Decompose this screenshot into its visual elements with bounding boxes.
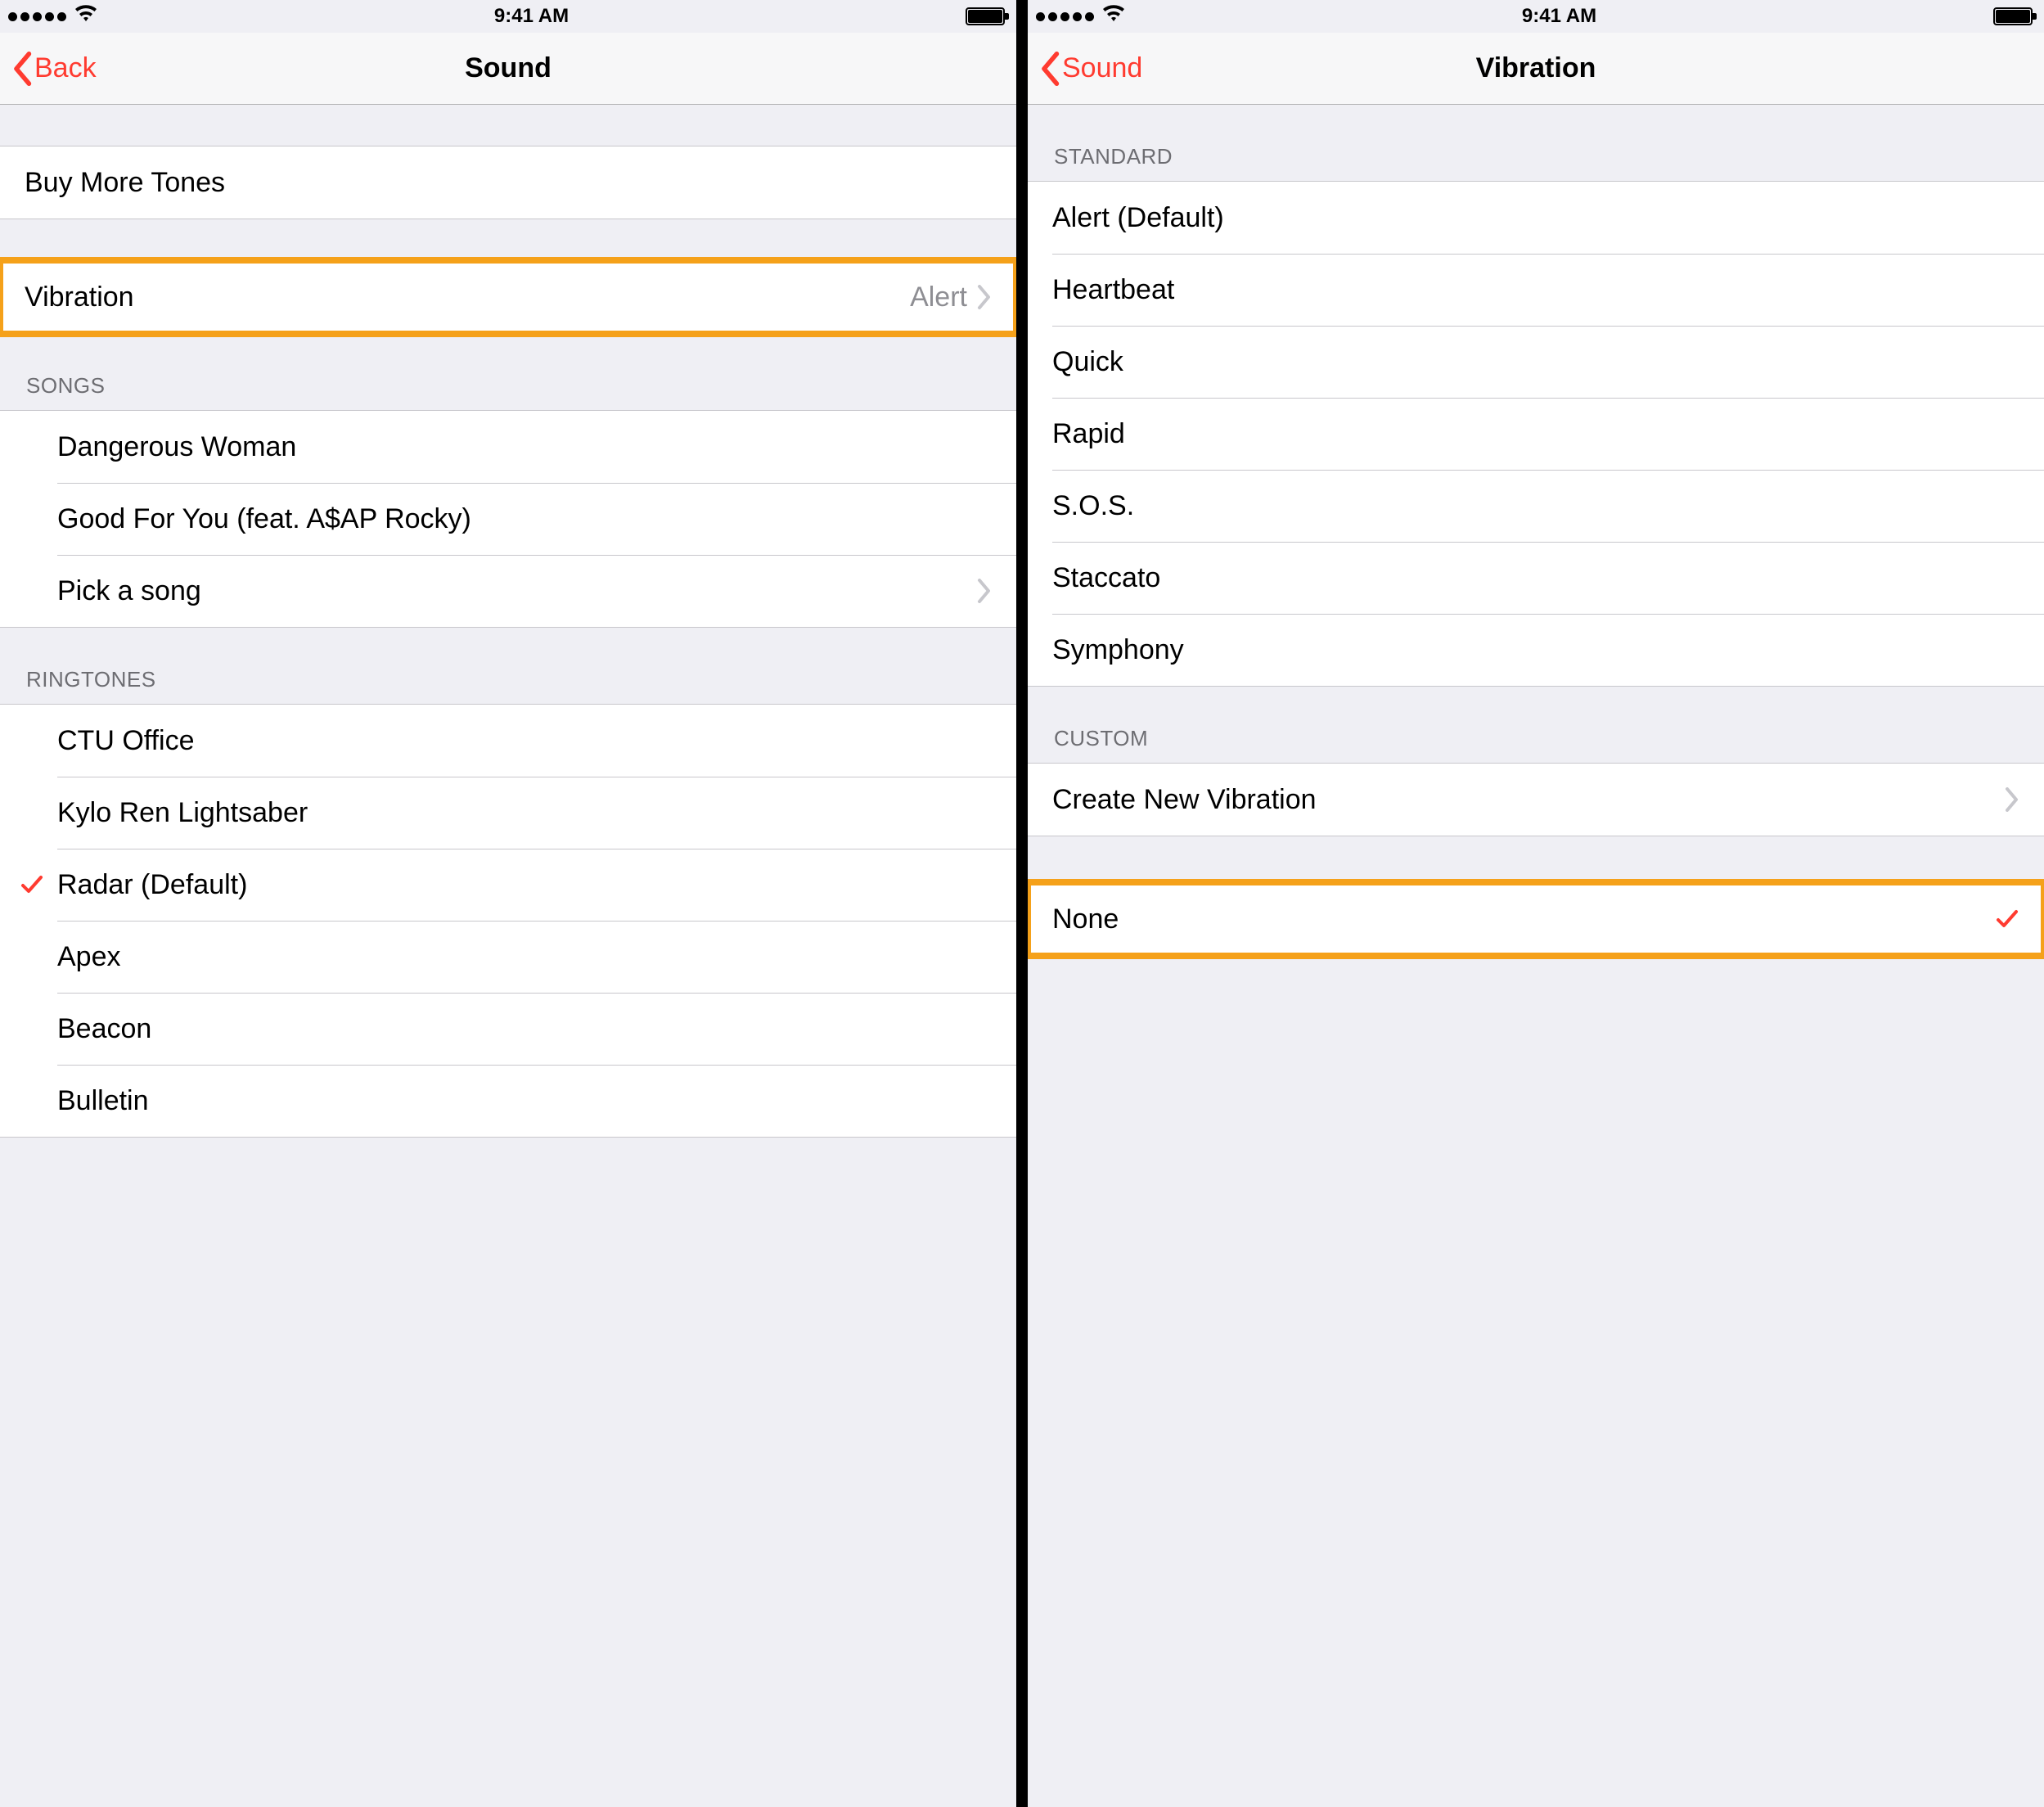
wifi-icon — [74, 5, 97, 29]
section-header-songs: SONGS — [0, 334, 1016, 410]
pick-song-cell[interactable]: Pick a song — [0, 555, 1016, 627]
status-time: 9:41 AM — [494, 5, 569, 28]
song-cell[interactable]: Dangerous Woman — [0, 411, 1016, 483]
back-label: Sound — [1062, 52, 1142, 84]
checkmark-icon — [1995, 907, 2019, 931]
cell-label: Buy More Tones — [25, 167, 992, 199]
cell-label: S.O.S. — [1052, 490, 2019, 522]
nav-bar: Back Sound — [0, 33, 1016, 105]
vibration-option-cell[interactable]: Rapid — [1028, 398, 2044, 470]
section-header-custom: CUSTOM — [1028, 687, 2044, 763]
battery-icon — [966, 7, 1005, 25]
ringtone-cell[interactable]: Beacon — [0, 993, 1016, 1065]
cell-label: Dangerous Woman — [57, 431, 992, 463]
status-time: 9:41 AM — [1522, 5, 1596, 28]
cell-label: Pick a song — [57, 575, 977, 607]
back-button[interactable]: Sound — [1033, 33, 1149, 104]
song-cell[interactable]: Good For You (feat. A$AP Rocky) — [0, 483, 1016, 555]
vibration-cell[interactable]: Vibration Alert — [0, 261, 1016, 333]
cell-label: Staccato — [1052, 562, 2019, 594]
cell-label: Vibration — [25, 282, 910, 313]
cell-label: None — [1052, 904, 1995, 935]
battery-icon — [1993, 7, 2033, 25]
status-bar: 9:41 AM — [1028, 0, 2044, 33]
cell-detail: Alert — [910, 282, 967, 313]
chevron-right-icon — [2005, 787, 2019, 812]
cell-label: CTU Office — [57, 725, 992, 757]
cell-label: Alert (Default) — [1052, 202, 2019, 234]
vibration-option-cell[interactable]: S.O.S. — [1028, 470, 2044, 542]
nav-bar: Sound Vibration — [1028, 33, 2044, 105]
section-header-ringtones: RINGTONES — [0, 628, 1016, 704]
ringtone-cell[interactable]: Apex — [0, 921, 1016, 993]
vibration-option-cell[interactable]: Staccato — [1028, 542, 2044, 614]
chevron-left-icon — [1039, 52, 1060, 86]
status-bar: 9:41 AM — [0, 0, 1016, 33]
cell-label: Kylo Ren Lightsaber — [57, 797, 992, 829]
nav-title: Sound — [465, 52, 552, 84]
ringtone-cell-selected[interactable]: Radar (Default) — [0, 849, 1016, 921]
vibration-option-cell[interactable]: Alert (Default) — [1028, 182, 2044, 254]
back-label: Back — [34, 52, 97, 84]
ringtone-cell[interactable]: Kylo Ren Lightsaber — [0, 777, 1016, 849]
signal-dots-icon — [1036, 12, 1094, 21]
cell-label: Rapid — [1052, 418, 2019, 450]
cell-label: Beacon — [57, 1013, 992, 1045]
content: Buy More Tones Vibration Alert SONGS — [0, 105, 1016, 1807]
screen-divider — [1016, 0, 1028, 1807]
wifi-icon — [1102, 5, 1125, 29]
chevron-left-icon — [11, 52, 33, 86]
ringtone-cell[interactable]: CTU Office — [0, 705, 1016, 777]
back-button[interactable]: Back — [5, 33, 103, 104]
cell-label: Radar (Default) — [57, 869, 992, 901]
nav-title: Vibration — [1476, 52, 1596, 84]
screen-sound: 9:41 AM Back Sound Buy More Tones Vibrat… — [0, 0, 1016, 1807]
cell-label: Bulletin — [57, 1085, 992, 1117]
cell-label: Symphony — [1052, 634, 2019, 666]
buy-more-tones-cell[interactable]: Buy More Tones — [0, 146, 1016, 219]
cell-label: Heartbeat — [1052, 274, 2019, 306]
vibration-option-cell[interactable]: Symphony — [1028, 614, 2044, 686]
cell-label: Create New Vibration — [1052, 784, 2005, 816]
content: STANDARD Alert (Default) Heartbeat Quick… — [1028, 105, 2044, 1807]
checkmark-icon — [20, 872, 44, 897]
chevron-right-icon — [977, 579, 992, 603]
create-vibration-cell[interactable]: Create New Vibration — [1028, 764, 2044, 836]
chevron-right-icon — [977, 285, 992, 309]
cell-label: Good For You (feat. A$AP Rocky) — [57, 503, 992, 535]
vibration-option-cell[interactable]: Heartbeat — [1028, 254, 2044, 326]
ringtone-cell[interactable]: Bulletin — [0, 1065, 1016, 1137]
cell-label: Quick — [1052, 346, 2019, 378]
section-header-standard: STANDARD — [1028, 105, 2044, 181]
signal-dots-icon — [8, 12, 66, 21]
vibration-none-cell[interactable]: None — [1028, 883, 2044, 955]
vibration-option-cell[interactable]: Quick — [1028, 326, 2044, 398]
screen-vibration: 9:41 AM Sound Vibration STANDARD Alert (… — [1028, 0, 2044, 1807]
cell-label: Apex — [57, 941, 992, 973]
